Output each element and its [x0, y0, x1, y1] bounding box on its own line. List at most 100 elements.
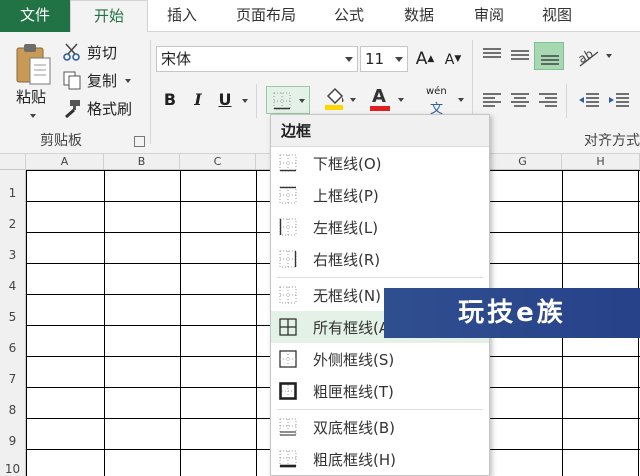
menu-item-label: 无框线(N)	[313, 286, 381, 305]
row-header-10[interactable]: 10	[0, 449, 26, 476]
borders-menu-title: 边框	[271, 115, 489, 147]
menu-item-top-border[interactable]: 上框线(P)	[271, 179, 489, 211]
column-header-g[interactable]: G	[484, 154, 562, 170]
phonetic-guide-button[interactable]: wén 文	[422, 84, 466, 117]
align-left-icon[interactable]	[482, 92, 502, 110]
bottom-border-icon	[279, 154, 297, 172]
bottom-border-icon	[273, 92, 291, 110]
cell-border	[104, 170, 105, 476]
alignment-group-label: 对齐方式	[584, 133, 640, 149]
menu-item-bottom-double-border[interactable]: 双底框线(B)	[271, 411, 489, 443]
outside-borders-icon	[279, 350, 297, 368]
align-bottom-button[interactable]	[534, 42, 564, 70]
font-color-button[interactable]: A	[368, 86, 404, 114]
orientation-dropdown-arrow[interactable]	[606, 54, 612, 58]
menu-item-thick-bottom-border[interactable]: 粗底框线(H)	[271, 443, 489, 475]
font-color-bar	[370, 106, 390, 111]
menu-item-right-border[interactable]: 右框线(R)	[271, 243, 489, 275]
tab-formulas[interactable]: 公式	[318, 0, 380, 32]
column-header-b[interactable]: B	[104, 154, 180, 170]
phonetic-dropdown-arrow[interactable]	[458, 98, 464, 102]
cut-button[interactable]: 剪切	[62, 40, 117, 64]
copy-button[interactable]: 复制	[62, 68, 132, 92]
format-painter-button[interactable]: 格式刷	[62, 96, 132, 120]
column-header-a[interactable]: A	[26, 154, 104, 170]
orientation-button[interactable]: ab	[576, 44, 616, 70]
column-header-h[interactable]: H	[562, 154, 640, 170]
menu-separator	[277, 277, 483, 278]
select-all-corner[interactable]	[0, 154, 26, 170]
tab-page-layout[interactable]: 页面布局	[222, 0, 310, 32]
caret-up-icon: ▲	[427, 54, 435, 64]
fill-color-dropdown-arrow[interactable]	[350, 98, 356, 102]
bold-button[interactable]: B	[158, 88, 182, 112]
menu-item-label: 粗底框线(H)	[313, 450, 396, 469]
menu-item-thick-box-border[interactable]: 粗匣框线(T)	[271, 375, 489, 407]
align-right-icon[interactable]	[538, 92, 558, 110]
paste-icon	[16, 44, 51, 85]
underline-button[interactable]: U	[214, 88, 236, 112]
cell-border	[180, 170, 181, 476]
fill-color-button[interactable]	[322, 86, 356, 114]
font-size-dropdown-arrow[interactable]	[395, 57, 403, 62]
row-header-7[interactable]: 7	[0, 356, 26, 387]
paste-dropdown-arrow[interactable]	[30, 114, 36, 118]
menu-item-label: 粗匣框线(T)	[313, 382, 394, 401]
align-center-icon[interactable]	[510, 92, 530, 110]
thick-box-border-icon	[279, 382, 297, 400]
paste-label: 粘贴	[16, 88, 47, 106]
borders-button[interactable]	[266, 86, 310, 114]
top-border-icon	[279, 186, 297, 204]
no-border-icon	[279, 286, 297, 304]
column-header-c[interactable]: C	[180, 154, 256, 170]
font-name-dropdown-arrow[interactable]	[345, 57, 353, 62]
italic-button[interactable]: I	[186, 88, 210, 112]
row-header-4[interactable]: 4	[0, 263, 26, 294]
menu-item-outside-borders[interactable]: 外侧框线(S)	[271, 343, 489, 375]
row-header-5[interactable]: 5	[0, 294, 26, 325]
menu-item-bottom-border[interactable]: 下框线(O)	[271, 147, 489, 179]
tab-home[interactable]: 开始	[70, 0, 148, 33]
font-name-combobox[interactable]: 宋体	[156, 46, 358, 72]
text-orientation-icon: ab	[576, 46, 599, 67]
tab-insert[interactable]: 插入	[150, 0, 214, 32]
cell-border	[26, 170, 27, 476]
increase-indent-icon[interactable]	[608, 92, 630, 110]
excel-window: { "tabs": [ {"label": "文件"}, {"label": "…	[0, 0, 640, 476]
align-row-divider	[566, 84, 567, 118]
group-separator	[150, 40, 151, 144]
row-header-1[interactable]: 1	[0, 170, 26, 201]
tab-file[interactable]: 文件	[0, 0, 70, 32]
tab-view[interactable]: 视图	[526, 0, 588, 32]
copy-dropdown-arrow[interactable]	[125, 79, 132, 83]
font-color-dropdown-arrow[interactable]	[398, 98, 404, 102]
menu-item-left-border[interactable]: 左框线(L)	[271, 211, 489, 243]
row-header-8[interactable]: 8	[0, 387, 26, 418]
row-header-6[interactable]: 6	[0, 325, 26, 356]
copy-icon	[62, 70, 82, 90]
menu-item-label: 左框线(L)	[313, 218, 379, 237]
decrease-indent-icon[interactable]	[578, 92, 600, 110]
increase-font-size-button[interactable]: A▲	[414, 47, 436, 71]
menu-item-label: 外侧框线(S)	[313, 350, 395, 369]
thick-bottom-border-icon	[279, 450, 297, 468]
borders-dropdown-arrow[interactable]	[299, 99, 305, 103]
decrease-font-icon: A	[444, 52, 455, 68]
underline-dropdown-arrow[interactable]	[242, 99, 248, 103]
row-header-2[interactable]: 2	[0, 201, 26, 232]
font-size-combobox[interactable]: 11	[360, 46, 408, 72]
decrease-font-size-button[interactable]: A▼	[442, 47, 464, 71]
right-border-icon	[279, 250, 297, 268]
row-header-3[interactable]: 3	[0, 232, 26, 263]
menu-item-label: 右框线(R)	[313, 250, 381, 269]
menu-item-label: 上框线(P)	[313, 186, 379, 205]
all-borders-icon	[279, 318, 297, 336]
tab-data[interactable]: 数据	[388, 0, 450, 32]
menu-item-label: 双底框线(B)	[313, 418, 395, 437]
tab-review[interactable]: 审阅	[458, 0, 520, 32]
align-middle-icon[interactable]	[510, 46, 530, 64]
row-header-9[interactable]: 9	[0, 418, 26, 449]
clipboard-dialog-launcher[interactable]	[134, 136, 145, 147]
font-name-value: 宋体	[161, 50, 192, 68]
align-top-icon[interactable]	[482, 46, 502, 64]
